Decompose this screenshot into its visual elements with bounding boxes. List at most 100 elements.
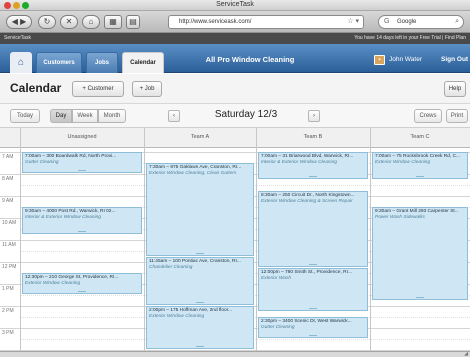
- job-event-title: 7:00am – 75 Rocksbrook Creek Rd, C...: [375, 154, 461, 159]
- column-unassigned: Unassigned: [67, 134, 97, 140]
- job-event[interactable]: 7:30am – 875 Oaklawn Ave, Cranston, RI..…: [146, 163, 254, 256]
- bookmarks-icon: ▦: [109, 17, 117, 26]
- view-month-button[interactable]: Month: [98, 109, 126, 123]
- resize-handle[interactable]: [78, 230, 86, 232]
- time-label: 3 PM: [2, 330, 14, 336]
- time-label: 1 PM: [2, 286, 14, 292]
- resize-grip-icon[interactable]: ◢: [464, 352, 468, 357]
- home-tab[interactable]: ⌂: [10, 52, 32, 73]
- home-button[interactable]: ⌂: [82, 15, 100, 29]
- job-event-title: 8:30am – 250 Circuit Dr., North Kingstow…: [261, 192, 355, 198]
- history-icon: ▤: [129, 17, 137, 26]
- reload-button[interactable]: ↻: [38, 15, 56, 29]
- forward-icon[interactable]: ▶: [20, 17, 26, 26]
- resize-handle[interactable]: [309, 263, 317, 265]
- stop-button[interactable]: ✕: [60, 15, 78, 29]
- search-engine-icon[interactable]: G: [384, 16, 389, 28]
- job-event[interactable]: 8:30am – 250 Circuit Dr., North Kingstow…: [258, 190, 368, 267]
- job-event[interactable]: 11:45am – 100 Pontiac Ave, Cranston, RI.…: [146, 256, 254, 305]
- job-event[interactable]: 2:30pm – 3400 Scenic Dr, West Warwick...…: [258, 317, 368, 338]
- resize-handle[interactable]: [196, 302, 204, 303]
- column-gridline: [20, 148, 21, 351]
- time-label: 8 AM: [2, 176, 14, 182]
- resize-handle[interactable]: [309, 335, 317, 336]
- job-event-title: 2:30pm – 3400 Scenic Dr, West Warwick...: [261, 319, 352, 324]
- history-button[interactable]: ▤: [126, 15, 140, 29]
- next-day-button[interactable]: ›: [308, 110, 320, 122]
- trial-notice-bar: ServiceTask You have 14 days left in you…: [0, 33, 470, 44]
- company-name: All Pro Window Cleaning: [205, 55, 295, 64]
- help-button[interactable]: Help: [444, 81, 466, 97]
- job-event-service: Power Wash Sidewalks: [375, 215, 426, 220]
- address-bar[interactable]: http://www.serviceask.com/ ☆ ▾: [168, 15, 364, 29]
- resize-handle[interactable]: [416, 296, 424, 298]
- job-event-service: Gutter Cleaning: [261, 325, 295, 330]
- job-event[interactable]: 7:00am – 31 Briarwood Blvd, Warwick, RI.…: [258, 152, 368, 179]
- resize-handle[interactable]: [416, 175, 424, 177]
- trial-message-link[interactable]: You have 14 days left in your Free Trial…: [354, 33, 466, 44]
- job-event-title: 7:00am – 31 Briarwood Blvd, Warwick, RI.…: [261, 154, 354, 159]
- tab-jobs[interactable]: Jobs: [86, 52, 118, 73]
- user-name[interactable]: John Water: [389, 56, 422, 63]
- time-label: 2 PM: [2, 308, 14, 314]
- column-team-b: Team B: [303, 134, 323, 140]
- previous-day-button[interactable]: ‹: [168, 110, 180, 122]
- back-icon[interactable]: ◀: [12, 17, 18, 26]
- resize-handle[interactable]: [309, 307, 317, 309]
- tab-customers[interactable]: Customers: [36, 52, 82, 73]
- job-event-service: Exterior Window Cleaning: [375, 160, 431, 165]
- today-button[interactable]: Today: [10, 109, 40, 123]
- time-label: 11 AM: [2, 242, 16, 248]
- resize-handle[interactable]: [78, 291, 86, 292]
- job-event[interactable]: 12:00pm – 780 Smith St., Providence, RI.…: [258, 267, 368, 311]
- job-event-title: 12:00pm – 780 Smith St., Providence, RI.…: [261, 269, 352, 275]
- back-forward-buttons[interactable]: ◀ ▶: [6, 15, 32, 29]
- time-label: 10 AM: [2, 220, 17, 226]
- browser-toolbar: ◀ ▶ ↻ ✕ ⌂ ▦ ▤ http://www.serviceask.com/…: [0, 11, 470, 33]
- print-button[interactable]: Print: [446, 109, 468, 123]
- column-team-c: Team C: [410, 134, 430, 140]
- resize-handle[interactable]: [309, 175, 317, 177]
- time-label: 12 PM: [2, 264, 17, 270]
- tab-calendar[interactable]: Calendar: [122, 52, 164, 73]
- search-bar[interactable]: G Google ⌕: [378, 15, 464, 29]
- calendar-view-controls: Today Day Week Month ‹ Saturday 12/3 › C…: [0, 104, 470, 128]
- browser-status-bar: ◢: [0, 351, 470, 357]
- column-gridline: [144, 148, 145, 351]
- search-engine-name: Google: [397, 19, 417, 25]
- add-customer-button[interactable]: + Customer: [72, 81, 124, 97]
- sign-out-link[interactable]: Sign Out: [441, 56, 468, 63]
- column-team-a: Team A: [190, 134, 210, 140]
- job-event-service: Exterior Window Cleaning & Screen Repair: [261, 198, 353, 204]
- resize-handle[interactable]: [196, 346, 204, 347]
- job-event[interactable]: 7:00am – 75 Rocksbrook Creek Rd, C... Ext…: [372, 152, 468, 179]
- window-titlebar: ServiceTask: [0, 0, 470, 11]
- search-icon[interactable]: ⌕: [455, 16, 459, 28]
- resize-handle[interactable]: [78, 170, 86, 171]
- job-event-service: Exterior Wash: [261, 275, 292, 281]
- job-event[interactable]: 9:30am – Grant Mill 293 Carpenter St... P…: [372, 207, 468, 300]
- crews-button[interactable]: Crews: [414, 109, 442, 123]
- job-event-title: 11:45am – 100 Pontiac Ave, Cranston, RI.…: [149, 258, 241, 264]
- job-event-service: Interior & Exterior Window Cleaning: [261, 160, 337, 165]
- bookmarks-button[interactable]: ▦: [104, 15, 122, 29]
- view-week-button[interactable]: Week: [72, 109, 98, 123]
- add-job-button[interactable]: + Job: [132, 81, 162, 97]
- home-icon: ⌂: [88, 17, 94, 26]
- current-date-title: Saturday 12/3: [214, 109, 278, 120]
- job-event-service: Exterior Window Cleaning: [25, 281, 81, 286]
- job-event-title: 9:30am – Grant Mill 293 Carpenter St...: [375, 209, 459, 214]
- view-day-button[interactable]: Day: [50, 109, 72, 123]
- resize-handle[interactable]: [196, 252, 204, 254]
- calendar-header: Calendar + Customer + Job Help: [0, 74, 470, 104]
- job-event[interactable]: 9:30am – 4000 Post Rd., Warwick, RI 02..…: [22, 207, 142, 234]
- rss-icon[interactable]: ☆ ▾: [347, 16, 359, 28]
- job-event[interactable]: 7:00am – 300 Boardwalk Rd, North Provi..…: [22, 152, 142, 173]
- time-label: 9 AM: [2, 198, 14, 204]
- job-event[interactable]: 2:00pm – 175 Hoffman Ave, 2nd floor... Ex…: [146, 306, 254, 349]
- job-event[interactable]: 12:30pm – 210 George St, Providence, RI.…: [22, 273, 142, 294]
- house-icon: ⌂: [17, 57, 25, 68]
- app-header: ⌂ Customers Jobs Calendar All Pro Window…: [0, 44, 470, 73]
- day-schedule-grid[interactable]: 7 AM8 AM9 AM10 AM11 AM12 PM1 PM2 PM3 PM4…: [0, 148, 470, 351]
- user-avatar-icon[interactable]: ▪: [374, 55, 385, 65]
